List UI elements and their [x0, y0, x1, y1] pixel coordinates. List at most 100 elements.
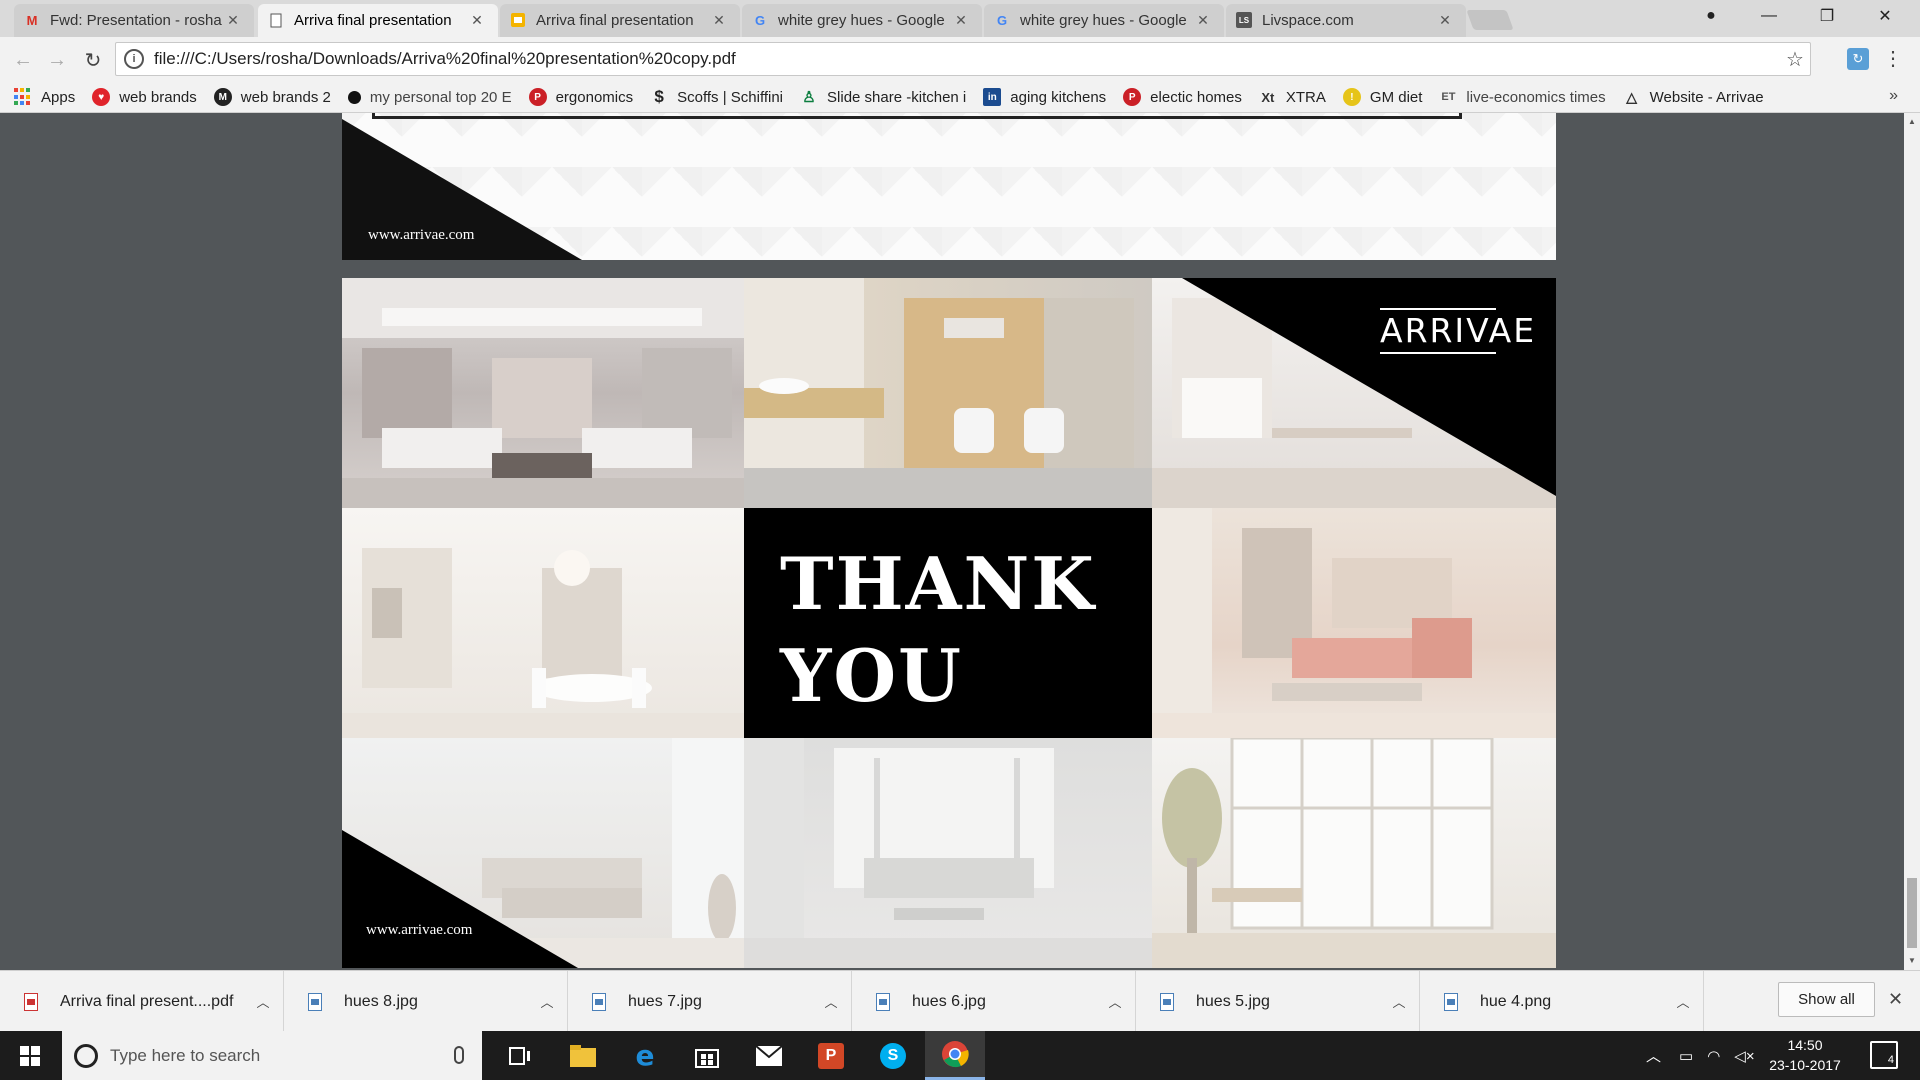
- show-all-button[interactable]: Show all: [1778, 982, 1875, 1017]
- image-file-icon: [1160, 992, 1174, 1011]
- taskbar-edge[interactable]: e: [615, 1031, 675, 1080]
- bulb-icon: !: [1342, 88, 1361, 106]
- mail-icon: [756, 1045, 782, 1066]
- close-window-button[interactable]: ✕: [1856, 0, 1914, 32]
- chevron-up-icon[interactable]: ︿: [811, 992, 851, 1011]
- tab-google-search-2[interactable]: G white grey hues - Google ✕: [984, 4, 1224, 37]
- forward-button[interactable]: →: [42, 45, 72, 75]
- taskbar-chrome[interactable]: [925, 1031, 985, 1080]
- tab-title: Arriva final presentation: [294, 12, 452, 29]
- system-tray: ︿ ▭ ◠ ◁×: [1646, 1031, 1755, 1080]
- close-icon[interactable]: ✕: [710, 12, 728, 29]
- thank-you-line-1: THANK: [780, 541, 1096, 626]
- address-bar[interactable]: i file:///C:/Users/rosha/Downloads/Arriv…: [115, 42, 1811, 76]
- download-item[interactable]: hues 5.jpg ︿: [1136, 971, 1420, 1032]
- taskbar-powerpoint[interactable]: P: [801, 1031, 861, 1080]
- close-icon[interactable]: ✕: [224, 12, 242, 29]
- chevron-up-icon[interactable]: ︿: [1095, 992, 1135, 1011]
- bookmark-label: ergonomics: [555, 88, 634, 106]
- star-icon[interactable]: ☆: [1780, 47, 1810, 72]
- bookmark-web-brands-2[interactable]: M web brands 2: [213, 88, 331, 106]
- task-view-button[interactable]: [490, 1031, 550, 1080]
- bookmark-xtra[interactable]: Xt XTRA: [1259, 88, 1326, 106]
- taskbar-file-explorer[interactable]: [553, 1031, 613, 1080]
- bookmark-economics-times[interactable]: ET live-economics times: [1439, 88, 1605, 106]
- bookmark-gm-diet[interactable]: ! GM diet: [1342, 88, 1422, 106]
- bookmark-scoffs[interactable]: $ Scoffs | Schiffini: [650, 87, 783, 106]
- bookmark-ergonomics[interactable]: P ergonomics: [528, 88, 634, 106]
- download-item[interactable]: hues 8.jpg ︿: [284, 971, 568, 1032]
- bookmark-website-arrivae[interactable]: △ Website - Arrivae: [1623, 88, 1763, 106]
- pinterest-icon: P: [528, 88, 547, 106]
- clock-time: 14:50: [1787, 1037, 1823, 1053]
- download-name: hues 7.jpg: [628, 992, 702, 1010]
- linkedin-icon: in: [983, 88, 1002, 106]
- tab-gmail[interactable]: M Fwd: Presentation - rosha ✕: [14, 4, 254, 37]
- minimize-button[interactable]: —: [1740, 0, 1798, 32]
- start-button[interactable]: [0, 1031, 60, 1080]
- chevron-up-icon[interactable]: ︿: [1379, 992, 1419, 1011]
- chevron-up-icon[interactable]: ︿: [1663, 992, 1703, 1011]
- vertical-scrollbar[interactable]: ▲ ▼: [1904, 113, 1920, 970]
- bookmark-electic-homes[interactable]: P electic homes: [1123, 88, 1242, 106]
- scroll-down-icon[interactable]: ▼: [1908, 956, 1916, 965]
- bookmark-slideshare[interactable]: ♙ Slide share -kitchen i: [800, 88, 966, 107]
- battery-icon[interactable]: ▭: [1679, 1047, 1693, 1065]
- pdf-page-thank-you: THANK YOU ARRIVAE www.arrivae.com: [342, 278, 1556, 968]
- close-icon[interactable]: ✕: [1436, 12, 1454, 29]
- bookmark-web-brands[interactable]: ♥ web brands: [92, 88, 197, 106]
- page-frame-bar: [372, 113, 1462, 119]
- taskbar-skype[interactable]: S: [863, 1031, 923, 1080]
- chevron-up-icon[interactable]: ︿: [527, 992, 567, 1011]
- cortana-icon: [74, 1044, 98, 1068]
- taskbar-store[interactable]: [677, 1031, 737, 1080]
- tab-title: Fwd: Presentation - rosha: [50, 12, 222, 29]
- tab-livspace[interactable]: LS Livspace.com ✕: [1226, 4, 1466, 37]
- close-icon[interactable]: ✕: [468, 12, 486, 29]
- pdf-viewer[interactable]: www.arrivae.com THANK YOU ARRIVAE www.ar…: [0, 113, 1904, 970]
- pinterest-icon: P: [1123, 88, 1142, 106]
- bathroom-photo: [744, 278, 1152, 508]
- wifi-icon[interactable]: ◠: [1707, 1047, 1720, 1065]
- restore-button[interactable]: ❐: [1798, 0, 1856, 32]
- download-item[interactable]: hues 6.jpg ︿: [852, 971, 1136, 1032]
- bookmark-apps[interactable]: Apps: [14, 88, 75, 106]
- chevron-up-icon[interactable]: ︿: [243, 992, 283, 1011]
- reload-button[interactable]: ↻: [78, 45, 108, 75]
- windows-taskbar: Type here to search e P S ︿ ▭ ◠ ◁× 14:50…: [0, 1031, 1920, 1080]
- bookmark-label: web brands 2: [240, 88, 331, 106]
- tab-arriva-pdf[interactable]: Arriva final presentation ✕: [258, 4, 498, 37]
- bookmark-personal-top-20[interactable]: my personal top 20 E: [347, 89, 512, 106]
- download-item[interactable]: Arriva final present....pdf ︿: [0, 971, 284, 1032]
- store-icon: [695, 1048, 719, 1068]
- close-icon[interactable]: ✕: [1888, 989, 1903, 1010]
- download-item[interactable]: hue 4.png ︿: [1420, 971, 1704, 1032]
- close-icon[interactable]: ✕: [1194, 12, 1212, 29]
- url-text[interactable]: file:///C:/Users/rosha/Downloads/Arriva%…: [154, 49, 1780, 69]
- taskbar-clock[interactable]: 14:50 23-10-2017: [1760, 1035, 1850, 1075]
- microphone-icon[interactable]: [454, 1046, 464, 1064]
- scrollbar-thumb[interactable]: [1907, 878, 1917, 948]
- action-center-button[interactable]: 4: [1870, 1041, 1898, 1069]
- profile-icon[interactable]: ●: [1682, 0, 1740, 32]
- et-icon: ET: [1441, 91, 1456, 103]
- tab-arriva-slides[interactable]: Arriva final presentation ✕: [500, 4, 740, 37]
- menu-icon[interactable]: ⋮: [1883, 45, 1903, 75]
- new-tab-button[interactable]: [1466, 10, 1514, 30]
- info-icon[interactable]: i: [124, 49, 144, 69]
- taskbar-search[interactable]: Type here to search: [62, 1031, 482, 1080]
- bookmark-aging-kitchens[interactable]: in aging kitchens: [983, 88, 1106, 106]
- scroll-up-icon[interactable]: ▲: [1908, 117, 1916, 126]
- taskbar-mail[interactable]: [739, 1031, 799, 1080]
- extension-icon[interactable]: ↻: [1847, 48, 1869, 70]
- tab-google-search-1[interactable]: G white grey hues - Google ✕: [742, 4, 982, 37]
- bookmarks-overflow-button[interactable]: »: [1889, 87, 1898, 105]
- download-item[interactable]: hues 7.jpg ︿: [568, 971, 852, 1032]
- downloads-bar: Arriva final present....pdf ︿ hues 8.jpg…: [0, 970, 1920, 1032]
- close-icon[interactable]: ✕: [952, 12, 970, 29]
- chevron-up-icon[interactable]: ︿: [1646, 1045, 1661, 1066]
- pdf-page-previous: www.arrivae.com: [342, 113, 1556, 260]
- volume-muted-icon[interactable]: ◁×: [1734, 1047, 1754, 1065]
- image-file-icon: [308, 992, 322, 1011]
- back-button[interactable]: ←: [8, 45, 38, 75]
